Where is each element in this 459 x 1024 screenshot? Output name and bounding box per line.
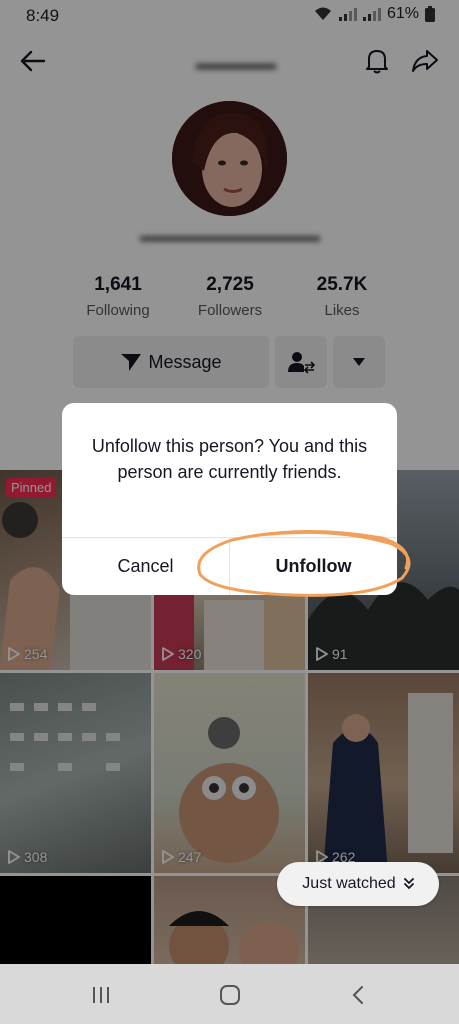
recents-icon: [93, 987, 109, 1003]
chevron-left-icon: [352, 986, 363, 1004]
annotation-circle: [197, 529, 411, 597]
system-nav-bar: [0, 964, 459, 1024]
just-watched-label: Just watched: [302, 875, 396, 892]
back-nav-button[interactable]: [343, 980, 373, 1010]
recent-apps-button[interactable]: [86, 980, 116, 1010]
home-icon: [220, 985, 240, 1005]
home-button[interactable]: [215, 980, 245, 1010]
dialog-message: Unfollow this person? You and this perso…: [91, 436, 368, 482]
just-watched-button[interactable]: Just watched: [277, 862, 439, 906]
chevron-down-double-icon: [403, 878, 414, 890]
